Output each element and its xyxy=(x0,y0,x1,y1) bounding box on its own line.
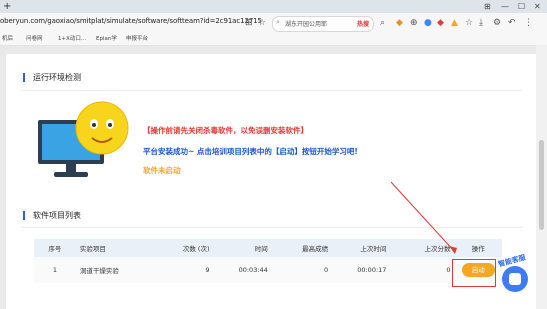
cell-project: 洞道干燥实验 xyxy=(75,257,159,283)
cell-count: 9 xyxy=(158,257,214,283)
column-header: 上次时间 xyxy=(332,239,391,257)
extension3-icon[interactable]: ● xyxy=(424,17,432,29)
address-bar: oberyun.com/gaoxiao/smitplat/simulate/so… xyxy=(0,13,547,33)
column-header: 实验项目 xyxy=(75,239,159,257)
cell-time: 00:03:44 xyxy=(213,257,272,283)
search-icon: ⌕ xyxy=(276,18,280,26)
url-field[interactable]: oberyun.com/gaoxiao/smitplat/simulate/so… xyxy=(0,17,262,25)
browser-titlebar: + ⊞ — ☐ ✕ xyxy=(0,0,547,13)
search-text: 湖东开园公用耶 xyxy=(285,21,328,28)
success-message: 平台安装成功~ 点击培训项目列表中的【启动】按钮开始学习吧! xyxy=(143,147,358,156)
column-header: 最高成绩 xyxy=(271,239,333,257)
extension-icon[interactable]: ◆ xyxy=(396,17,403,29)
warning-message: 【操作前请先关闭杀毒软件，以免误删安装软件】 xyxy=(143,126,308,135)
maximize-icon[interactable]: ☐ xyxy=(518,0,525,13)
table-row: 1 洞道干燥实验 9 00:03:44 0 00:00:17 0 启动 xyxy=(34,257,502,283)
bookmark-item[interactable]: 机后 xyxy=(2,34,13,42)
env-section-title: 运行环境检测 xyxy=(33,73,81,82)
window-more-icon[interactable]: ⊞ xyxy=(484,0,491,13)
bookmark-icon[interactable]: ☆ xyxy=(465,17,473,29)
highlight-box xyxy=(452,259,496,287)
bookmark-item[interactable]: 1+X动口… xyxy=(58,34,86,42)
status-message: 软件未启动 xyxy=(143,166,181,175)
scrollbar-thumb[interactable] xyxy=(539,140,544,230)
settings-icon[interactable]: ⚙ xyxy=(493,17,501,29)
column-header: 次数 (次) xyxy=(158,239,214,257)
download-icon[interactable]: ⤓ xyxy=(479,17,483,29)
bookmarks-bar: 机后 问卷网 1+X动口… Eplan学 申报平台 xyxy=(0,33,547,46)
bookmark-item[interactable]: 问卷网 xyxy=(26,34,43,42)
scrollbar[interactable] xyxy=(536,45,547,309)
cell-last-time: 00:00:17 xyxy=(332,257,391,283)
close-window-icon[interactable]: ✕ xyxy=(534,0,541,13)
star-icon[interactable]: ☆ xyxy=(258,17,266,29)
section-accent xyxy=(23,211,25,220)
column-header: 时间 xyxy=(213,239,272,257)
minimize-icon[interactable]: — xyxy=(501,0,509,13)
apps-icon[interactable]: ⊞ xyxy=(245,17,253,29)
assistant-button[interactable] xyxy=(502,266,528,292)
extension5-icon[interactable]: ▲ xyxy=(451,17,458,29)
annotation-arrow-icon xyxy=(390,181,457,254)
new-tab-icon[interactable]: + xyxy=(3,0,11,13)
bookmark-item[interactable]: Eplan学 xyxy=(96,34,117,42)
cell-last-score: 0 xyxy=(390,257,455,283)
extension4-icon[interactable]: ◆ xyxy=(437,17,444,29)
cell-best: 0 xyxy=(271,257,333,283)
search-box[interactable]: ⌕ 湖东开园公用耶 热搜 xyxy=(272,16,374,32)
column-header: 序号 xyxy=(34,239,76,257)
computer-illustration-icon xyxy=(38,101,129,177)
more-icon[interactable]: ⋮ xyxy=(524,17,533,29)
hot-search-badge: 热搜 xyxy=(356,21,369,28)
bookmark-item[interactable]: 申报平台 xyxy=(126,34,148,42)
divider xyxy=(22,90,522,91)
project-section-title: 软件项目列表 xyxy=(33,211,81,220)
back-icon[interactable]: ↶ xyxy=(508,17,516,29)
cell-index: 1 xyxy=(34,257,76,283)
extension2-icon[interactable]: ⊕ xyxy=(410,17,418,29)
section-accent xyxy=(23,73,25,82)
assistant-face-icon xyxy=(509,273,521,285)
search-go-icon[interactable]: ⌕ xyxy=(380,17,385,29)
